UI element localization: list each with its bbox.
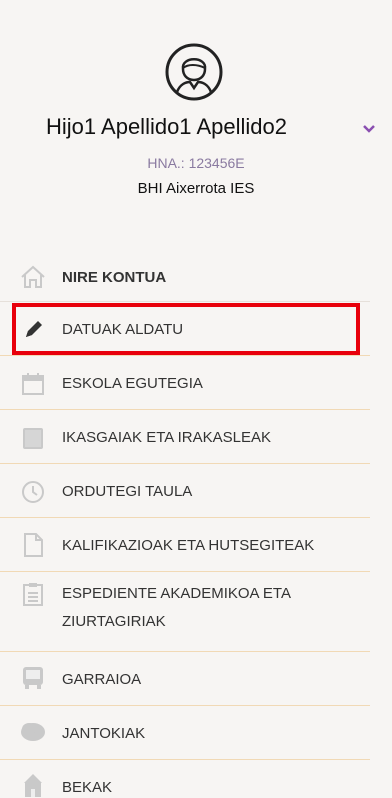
clock-icon bbox=[22, 481, 44, 503]
menu-header-label: NIRE KONTUA bbox=[62, 269, 167, 286]
menu-item-label: GARRAIOA bbox=[62, 671, 142, 688]
menu-item-jantokiak[interactable]: JANTOKIAK bbox=[0, 706, 370, 760]
menu-header-nire-kontua[interactable]: NIRE KONTUA bbox=[0, 250, 370, 302]
menu-item-ikasgaiak-eta-irakasleak[interactable]: IKASGAIAK ETA IRAKASLEAK bbox=[0, 410, 370, 464]
menu-item-bekak[interactable]: BEKAK bbox=[0, 760, 370, 798]
menu-item-label: ESKOLA EGUTEGIA bbox=[62, 375, 203, 392]
clipboard-icon bbox=[23, 583, 43, 606]
school-name: BHI Aixerrota IES bbox=[137, 180, 255, 197]
menu-item-label: ORDUTEGI TAULA bbox=[62, 483, 193, 500]
book-icon bbox=[23, 428, 43, 449]
document-icon bbox=[24, 533, 43, 557]
chevron-down-icon[interactable] bbox=[362, 124, 376, 134]
menu-item-garraioa[interactable]: GARRAIOA bbox=[0, 652, 370, 706]
menu-item-label: IKASGAIAK ETA IRAKASLEAK bbox=[62, 429, 271, 446]
building-icon bbox=[24, 774, 42, 797]
student-id: HNA.: 123456E bbox=[147, 155, 245, 171]
menu-item-espediente-akademikoa[interactable]: ESPEDIENTE AKADEMIKOA ETA ZIURTAGIRIAK bbox=[0, 572, 370, 652]
user-avatar-icon bbox=[165, 43, 223, 101]
profile-selector[interactable]: Hijo1 Apellido1 Apellido2 bbox=[0, 112, 392, 146]
home-icon bbox=[21, 265, 45, 288]
menu-item-label: BEKAK bbox=[62, 779, 113, 796]
menu-item-label-line2: ZIURTAGIRIAK bbox=[62, 613, 166, 630]
menu-item-kalifikazioak-eta-hutsegiteak[interactable]: KALIFIKAZIOAK ETA HUTSEGITEAK bbox=[0, 518, 370, 572]
menu-item-ordutegi-taula[interactable]: ORDUTEGI TAULA bbox=[0, 464, 370, 518]
menu-item-label: JANTOKIAK bbox=[62, 725, 146, 742]
menu-item-label: KALIFIKAZIOAK ETA HUTSEGITEAK bbox=[62, 537, 315, 554]
menu-item-label-line1: ESPEDIENTE AKADEMIKOA ETA bbox=[62, 585, 291, 602]
bus-icon bbox=[23, 667, 43, 689]
cloud-icon bbox=[21, 723, 45, 741]
menu-item-eskola-egutegia[interactable]: ESKOLA EGUTEGIA bbox=[0, 356, 370, 410]
profile-panel: Hijo1 Apellido1 Apellido2 HNA.: 123456E … bbox=[0, 0, 392, 250]
calendar-icon bbox=[22, 373, 44, 395]
selection-highlight bbox=[12, 303, 360, 355]
student-name: Hijo1 Apellido1 Apellido2 bbox=[46, 114, 287, 139]
